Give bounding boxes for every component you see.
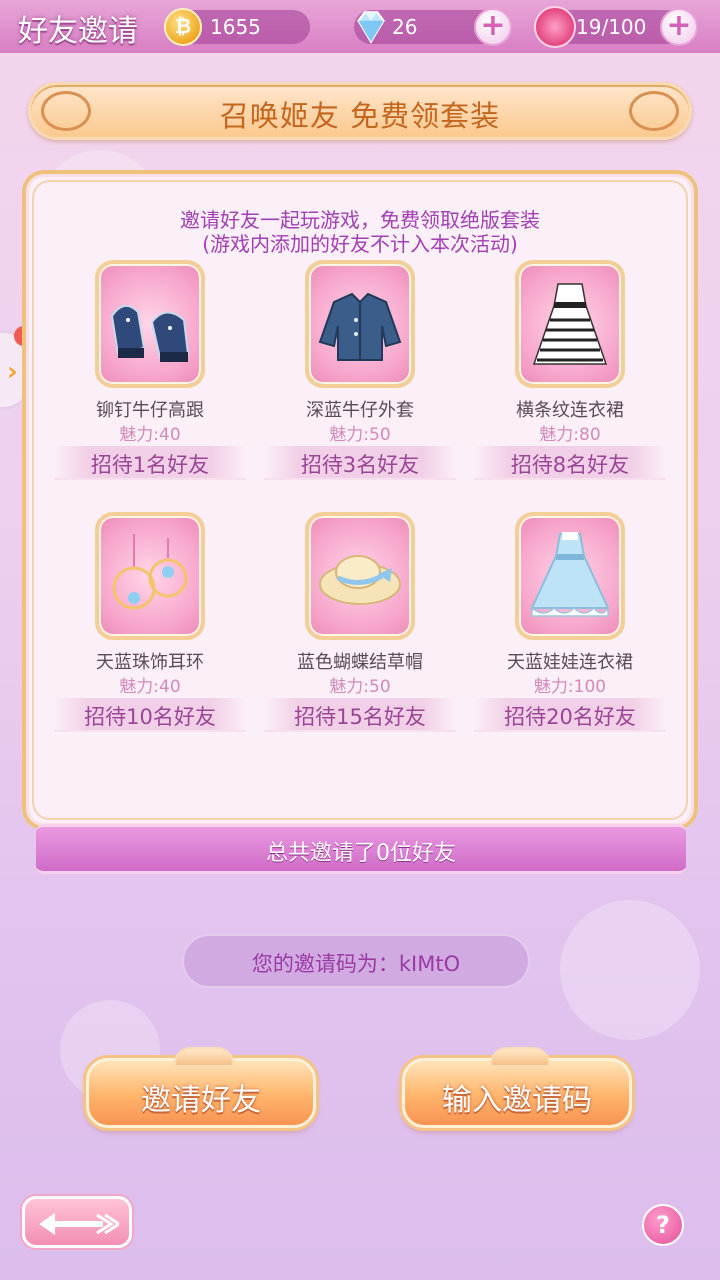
- total-invited-text: 总共邀请了0位好友: [266, 841, 456, 866]
- add-stamina-button[interactable]: +: [660, 8, 698, 46]
- requirement-ribbon: 招待10名好友: [54, 698, 246, 732]
- diamond-icon: [357, 11, 385, 44]
- chevron-right-icon: ›: [7, 357, 18, 387]
- back-button[interactable]: [22, 1196, 132, 1248]
- reward-item[interactable]: 天蓝娃娃连衣裙 魅力:100 招待20名好友: [470, 512, 670, 742]
- requirement-text: 招待3名好友: [300, 453, 420, 477]
- coin-value: 1655: [210, 15, 261, 39]
- top-bar: 好友邀请 ₿ 1655 26 + 19/100 +: [0, 0, 720, 56]
- rose-icon: [534, 6, 576, 48]
- intro-note: (游戏内添加的好友不计入本次活动): [202, 232, 518, 256]
- requirement-text: 招待15名好友: [294, 705, 426, 729]
- requirement-ribbon: 招待1名好友: [54, 446, 246, 480]
- stamina-counter: 19/100 +: [534, 6, 698, 48]
- reward-frame: [305, 512, 415, 640]
- straw-hat-icon: [319, 555, 401, 605]
- reward-item[interactable]: 铆钉牛仔高跟 魅力:40 招待1名好友: [50, 260, 250, 490]
- reward-item[interactable]: 蓝色蝴蝶结草帽 魅力:50 招待15名好友: [260, 512, 460, 742]
- invite-code-display: 您的邀请码为：kIMtO: [182, 934, 530, 988]
- doll-dress-icon: [530, 532, 610, 617]
- requirement-text: 招待1名好友: [90, 453, 210, 477]
- reward-name: 横条纹连衣裙: [516, 400, 624, 421]
- page-title: 好友邀请: [18, 14, 138, 49]
- diamond-counter: 26 +: [354, 8, 512, 46]
- requirement-ribbon: 招待3名好友: [264, 446, 456, 480]
- jacket-icon: [318, 292, 402, 361]
- reward-charm: 魅力:40: [119, 425, 181, 445]
- reward-charm: 魅力:100: [533, 677, 607, 697]
- requirement-ribbon: 招待8名好友: [474, 446, 666, 480]
- reward-item[interactable]: 横条纹连衣裙 魅力:80 招待8名好友: [470, 260, 670, 490]
- coin-icon: ₿: [164, 8, 202, 46]
- reward-item[interactable]: 深蓝牛仔外套 魅力:50 招待3名好友: [260, 260, 460, 490]
- striped-dress-icon: [532, 283, 608, 365]
- reward-charm: 魅力:50: [329, 425, 391, 445]
- reward-frame: [95, 260, 205, 388]
- requirement-text: 招待8名好友: [510, 453, 630, 477]
- arrow-left-icon: [39, 1213, 119, 1235]
- shoes-icon: [110, 305, 190, 362]
- stamina-value: 19/100: [576, 15, 647, 39]
- reward-frame: [95, 512, 205, 640]
- invite-code-text: 您的邀请码为：kIMtO: [251, 952, 461, 976]
- bokeh-decoration: [560, 900, 700, 1040]
- enter-code-button[interactable]: 输入邀请码: [402, 1047, 632, 1128]
- crown-ornament: [490, 1047, 550, 1067]
- requirement-text: 招待20名好友: [504, 705, 636, 729]
- crown-ornament: [174, 1047, 234, 1067]
- reward-frame: [305, 260, 415, 388]
- diamond-value: 26: [392, 15, 418, 39]
- earrings-icon: [112, 534, 188, 610]
- reward-frame: [515, 260, 625, 388]
- total-invited-ribbon: 总共邀请了0位好友: [36, 824, 686, 874]
- reward-charm: 魅力:50: [329, 677, 391, 697]
- reward-charm: 魅力:40: [119, 677, 181, 697]
- banner-title: 召唤姬友 免费领套装: [219, 99, 501, 133]
- help-button[interactable]: ?: [642, 1204, 684, 1246]
- reward-name: 铆钉牛仔高跟: [96, 400, 204, 421]
- invite-friends-label: 邀请好友: [141, 1083, 261, 1118]
- requirement-ribbon: 招待20名好友: [474, 698, 666, 732]
- invite-friends-button[interactable]: 邀请好友: [86, 1047, 316, 1128]
- reward-panel: 邀请好友一起玩游戏，免费领取绝版套装 (游戏内添加的好友不计入本次活动) 铆钉牛…: [22, 170, 698, 830]
- requirement-text: 招待10名好友: [84, 705, 216, 729]
- requirement-ribbon: 招待15名好友: [264, 698, 456, 732]
- reward-item[interactable]: 天蓝珠饰耳环 魅力:40 招待10名好友: [50, 512, 250, 742]
- reward-name: 天蓝娃娃连衣裙: [507, 652, 633, 673]
- reward-frame: [515, 512, 625, 640]
- reward-name: 蓝色蝴蝶结草帽: [297, 652, 423, 673]
- coin-counter: ₿ 1655: [164, 8, 310, 46]
- enter-code-label: 输入邀请码: [442, 1083, 592, 1118]
- add-diamond-button[interactable]: +: [474, 8, 512, 46]
- reward-name: 天蓝珠饰耳环: [96, 652, 204, 673]
- reward-charm: 魅力:80: [539, 425, 601, 445]
- event-banner: 召唤姬友 免费领套装: [28, 82, 692, 140]
- reward-name: 深蓝牛仔外套: [306, 400, 414, 421]
